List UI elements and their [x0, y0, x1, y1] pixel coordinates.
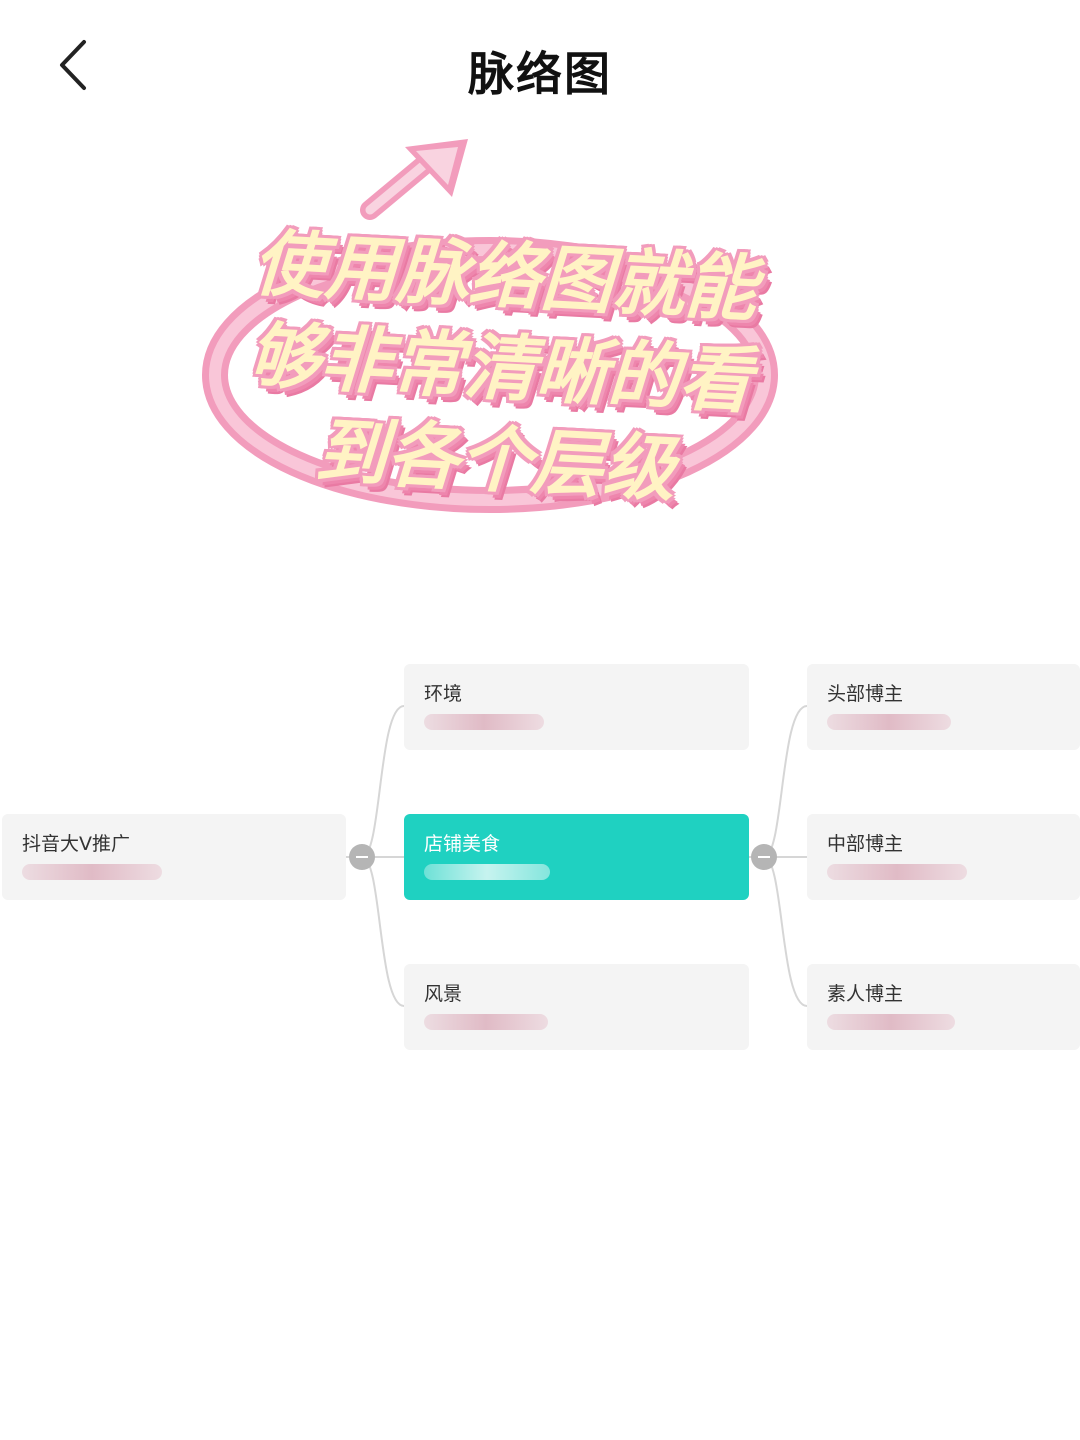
node-level2-1[interactable]: 头部博主: [807, 664, 1080, 750]
node-subtitle-redacted: [22, 864, 162, 880]
node-subtitle-redacted: [424, 864, 550, 880]
node-subtitle-redacted: [827, 714, 951, 730]
node-level1-3[interactable]: 风景: [404, 964, 749, 1050]
node-title: 头部博主: [827, 683, 904, 705]
node-level1-1[interactable]: 环境: [404, 664, 749, 750]
node-subtitle-redacted: [424, 714, 544, 730]
header: 脉络图: [0, 0, 1080, 130]
arrow-up-right-icon: [360, 139, 468, 220]
node-title: 中部博主: [827, 833, 904, 855]
root-node[interactable]: 抖音大V推广: [2, 814, 346, 900]
collapse-toggle-selected[interactable]: [751, 844, 777, 870]
page-title: 脉络图: [468, 47, 612, 101]
node-title: 风景: [424, 983, 463, 1005]
collapse-toggle-root[interactable]: [349, 844, 375, 870]
node-subtitle-redacted: [827, 1014, 955, 1030]
node-subtitle-redacted: [827, 864, 967, 880]
node-title: 店铺美食: [424, 833, 501, 855]
node-title: 抖音大V推广: [22, 833, 130, 855]
node-title: 环境: [424, 683, 463, 705]
node-subtitle-redacted: [424, 1014, 548, 1030]
node-level2-2[interactable]: 中部博主: [807, 814, 1080, 900]
mind-map: 抖音大V推广 环境 店铺美食 风景 头部博主 中部博主 素人博主: [0, 640, 1080, 1080]
annotation-overlay: 使用脉络图就能 够非常清晰的看 到各个层级: [200, 125, 800, 535]
node-level1-2-selected[interactable]: 店铺美食: [404, 814, 749, 900]
node-level2-3[interactable]: 素人博主: [807, 964, 1080, 1050]
annotation-text: 使用脉络图就能 够非常清晰的看 到各个层级: [193, 214, 807, 521]
node-title: 素人博主: [827, 983, 904, 1005]
